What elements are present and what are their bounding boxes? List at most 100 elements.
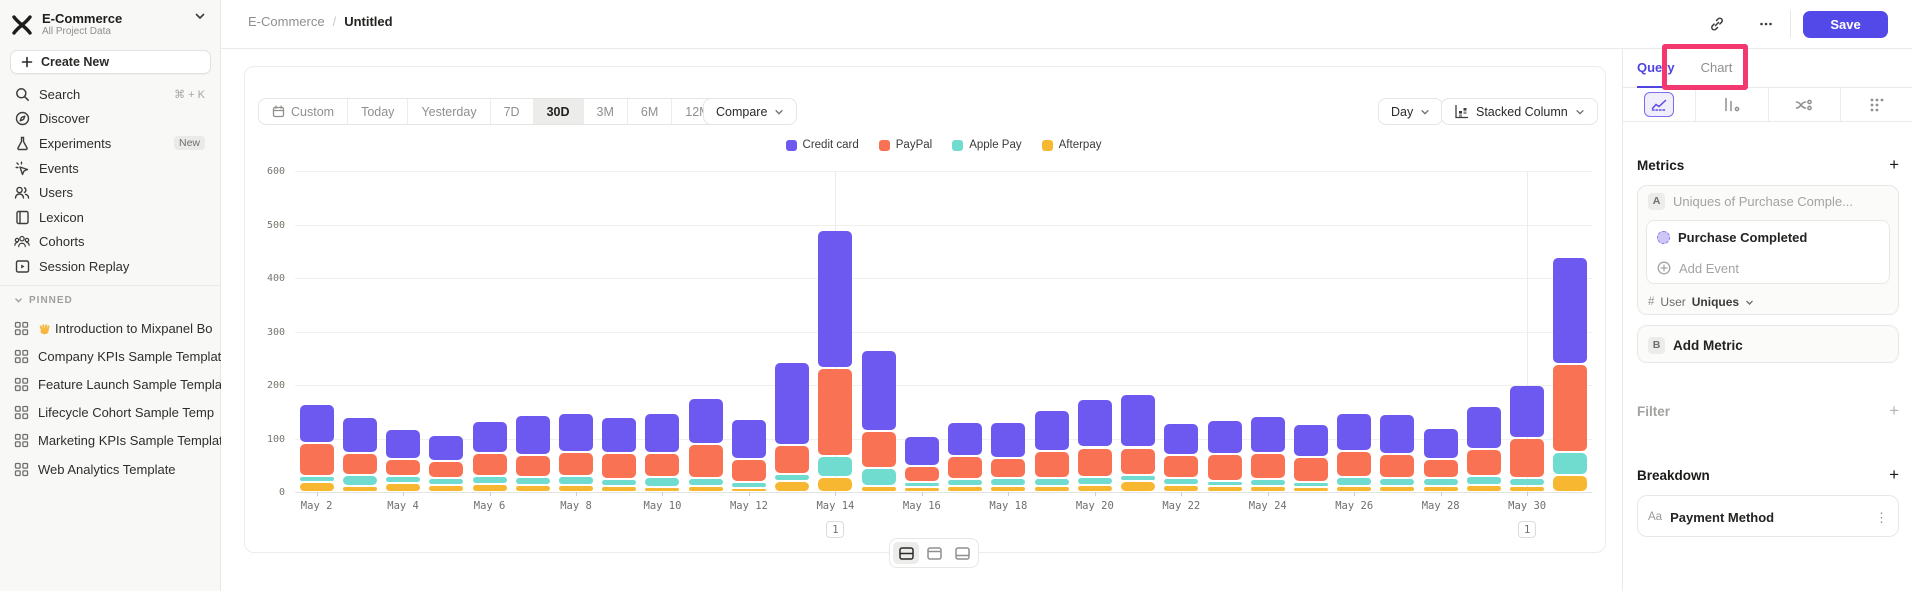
bar-segment-credit-card[interactable] (1510, 386, 1544, 437)
bar-segment-apple-pay[interactable] (473, 477, 507, 482)
bar-segment-apple-pay[interactable] (602, 480, 636, 484)
bar-segment-apple-pay[interactable] (429, 479, 463, 483)
bar-segment-afterpay[interactable] (343, 487, 377, 491)
bar-segment-credit-card[interactable] (689, 399, 723, 443)
metric-a-summary-row[interactable]: A Uniques of Purchase Comple... (1638, 186, 1898, 216)
breadcrumb-project[interactable]: E-Commerce (248, 14, 325, 29)
bar-segment-credit-card[interactable] (862, 351, 896, 430)
project-switcher[interactable]: E-Commerce All Project Data (10, 9, 210, 41)
bar-segment-credit-card[interactable] (1121, 395, 1155, 446)
bar-segment-paypal[interactable] (1467, 450, 1501, 476)
bar-segment-paypal[interactable] (1208, 455, 1242, 480)
sidebar-item-search[interactable]: Search⌘ + K (0, 82, 221, 107)
bar-segment-apple-pay[interactable] (818, 457, 852, 476)
bar-segment-credit-card[interactable] (602, 418, 636, 452)
bar-segment-credit-card[interactable] (775, 363, 809, 444)
bar-segment-afterpay[interactable] (602, 487, 636, 491)
date-range-7d[interactable]: 7D (491, 99, 534, 124)
bar-segment-apple-pay[interactable] (732, 483, 766, 487)
bar-segment-apple-pay[interactable] (1208, 482, 1242, 485)
bar-segment-afterpay[interactable] (300, 483, 334, 491)
bar-segment-credit-card[interactable] (1078, 400, 1112, 446)
bar-segment-apple-pay[interactable] (1510, 479, 1544, 484)
bar-segment-credit-card[interactable] (1380, 415, 1414, 452)
bar-segment-apple-pay[interactable] (775, 475, 809, 480)
sidebar-item-users[interactable]: Users (0, 180, 221, 205)
bar-segment-afterpay[interactable] (1208, 487, 1242, 491)
bar-segment-apple-pay[interactable] (862, 469, 896, 485)
bar-segment-afterpay[interactable] (1553, 476, 1587, 491)
bar-segment-afterpay[interactable] (1164, 486, 1198, 491)
pinned-board-item[interactable]: Introduction to Mixpanel Bo (0, 314, 221, 342)
metric-card-b[interactable]: B Add Metric (1637, 325, 1899, 363)
bar-segment-apple-pay[interactable] (991, 479, 1025, 484)
bar-segment-credit-card[interactable] (1035, 411, 1069, 450)
bar-segment-paypal[interactable] (775, 446, 809, 473)
viz-tab-flows[interactable] (1769, 88, 1842, 121)
bar-segment-apple-pay[interactable] (1337, 478, 1371, 484)
sidebar-item-cohorts[interactable]: Cohorts (0, 230, 221, 255)
copy-link-icon[interactable] (1705, 12, 1729, 36)
bar-segment-paypal[interactable] (1510, 439, 1544, 478)
pinned-board-item[interactable]: Feature Launch Sample Templa (0, 370, 221, 398)
bar-segment-credit-card[interactable] (1251, 417, 1285, 452)
bar-segment-apple-pay[interactable] (1078, 478, 1112, 483)
bar-segment-apple-pay[interactable] (905, 483, 939, 486)
measure-row[interactable]: # User Uniques (1638, 288, 1898, 316)
pinned-section-header[interactable]: PINNED (14, 295, 73, 306)
bar-segment-credit-card[interactable] (473, 422, 507, 452)
bar-segment-afterpay[interactable] (516, 486, 550, 491)
layout-split-button[interactable] (893, 542, 919, 564)
date-range-today[interactable]: Today (348, 99, 408, 124)
bar-segment-paypal[interactable] (1078, 449, 1112, 477)
pinned-board-item[interactable]: Lifecycle Cohort Sample Temp (0, 399, 221, 427)
breakdown-card[interactable]: Aa Payment Method ⋮ (1637, 495, 1899, 537)
bar-segment-afterpay[interactable] (1467, 486, 1501, 491)
bar-segment-apple-pay[interactable] (343, 476, 377, 485)
bar-segment-afterpay[interactable] (1294, 488, 1328, 491)
bar-segment-afterpay[interactable] (1337, 487, 1371, 491)
compare-button[interactable]: Compare (703, 98, 797, 125)
bar-segment-credit-card[interactable] (386, 430, 420, 458)
layout-table-only-button[interactable] (949, 542, 975, 564)
bar-segment-apple-pay[interactable] (1251, 480, 1285, 484)
bar-segment-afterpay[interactable] (991, 487, 1025, 491)
bar-segment-apple-pay[interactable] (1380, 479, 1414, 484)
bar-segment-afterpay[interactable] (1251, 487, 1285, 491)
bar-segment-paypal[interactable] (473, 454, 507, 475)
pinned-board-item[interactable]: Marketing KPIs Sample Templat (0, 427, 221, 455)
bar-segment-credit-card[interactable] (1294, 425, 1328, 456)
add-filter-plus-icon[interactable]: + (1889, 401, 1899, 421)
bar-segment-credit-card[interactable] (732, 420, 766, 458)
sidebar-item-session-replay[interactable]: Session Replay (0, 254, 221, 279)
bar-segment-credit-card[interactable] (1553, 258, 1587, 363)
bar-segment-afterpay[interactable] (1035, 487, 1069, 491)
bar-segment-paypal[interactable] (559, 453, 593, 475)
add-breakdown-plus-icon[interactable]: + (1889, 465, 1899, 485)
tab-chart[interactable]: Chart (1701, 49, 1733, 88)
event-row[interactable]: Purchase Completed (1647, 221, 1889, 253)
bar-segment-afterpay[interactable] (732, 489, 766, 491)
bar-segment-paypal[interactable] (429, 462, 463, 477)
bar-segment-paypal[interactable] (732, 460, 766, 480)
pinned-board-item[interactable]: Web Analytics Template (0, 455, 221, 483)
bar-segment-apple-pay[interactable] (1121, 476, 1155, 480)
viz-tab-retention[interactable] (1841, 88, 1912, 121)
bar-segment-afterpay[interactable] (1121, 482, 1155, 491)
bar-segment-paypal[interactable] (1380, 455, 1414, 477)
bar-segment-paypal[interactable] (991, 459, 1025, 477)
bar-segment-paypal[interactable] (300, 444, 334, 474)
bar-segment-paypal[interactable] (386, 460, 420, 475)
bar-segment-afterpay[interactable] (862, 487, 896, 491)
bar-segment-afterpay[interactable] (689, 487, 723, 491)
bar-segment-paypal[interactable] (1294, 458, 1328, 480)
bar-segment-apple-pay[interactable] (645, 478, 679, 485)
bar-segment-credit-card[interactable] (516, 416, 550, 454)
bar-segment-credit-card[interactable] (818, 231, 852, 367)
bar-segment-apple-pay[interactable] (516, 478, 550, 483)
bar-segment-afterpay[interactable] (818, 478, 852, 491)
add-metric-plus-icon[interactable]: + (1889, 155, 1899, 175)
sidebar-item-discover[interactable]: Discover (0, 107, 221, 132)
bar-segment-paypal[interactable] (602, 454, 636, 479)
date-range-3m[interactable]: 3M (584, 99, 628, 124)
